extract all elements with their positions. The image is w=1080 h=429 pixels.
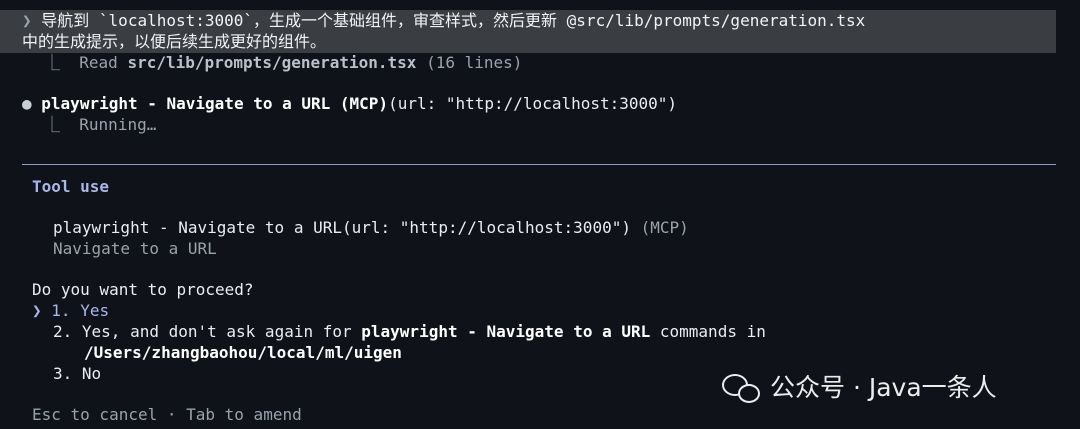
read-file-path: src/lib/prompts/generation.tsx xyxy=(127,53,417,72)
read-meta: (16 lines) xyxy=(426,53,523,72)
read-verb: Read xyxy=(79,53,118,72)
selection-chevron-icon: ❯ xyxy=(32,301,42,320)
option-label-suffix: commands in xyxy=(659,322,766,341)
option-yes-dont-ask-again[interactable]: 2. Yes, and don't ask again for playwrig… xyxy=(53,321,766,342)
option-label: No xyxy=(81,364,102,383)
dialog-call: playwright - Navigate to a URL(url: "htt… xyxy=(53,218,631,237)
dialog-description: Navigate to a URL xyxy=(53,239,217,258)
option-number: 1. xyxy=(51,301,71,320)
tool-status: Running… xyxy=(79,115,157,134)
option-label-prefix: Yes, and don't ask again for xyxy=(81,322,352,341)
tool-call-args: (url: "http://localhost:3000") xyxy=(388,94,678,113)
dialog-call-line: playwright - Navigate to a URL(url: "htt… xyxy=(53,217,689,238)
tool-call-line: ● playwright - Navigate to a URL (MCP)(u… xyxy=(22,93,677,114)
dialog-question: Do you want to proceed? xyxy=(32,280,254,299)
option-label: Yes xyxy=(80,301,110,320)
option-label-bold: playwright - Navigate to a URL xyxy=(361,322,651,341)
dialog-heading: Tool use xyxy=(32,177,110,196)
prompt-text-1: 导航到 `localhost:3000`，生成一个基础组件，审查样式，然后更新 … xyxy=(41,11,866,30)
prompt-line-2: 中的生成提示，以便后续生成更好的组件。 xyxy=(22,32,327,51)
tool-status-line: ⎿ Running… xyxy=(44,114,156,135)
dialog-divider xyxy=(22,164,1056,165)
option-yes[interactable]: ❯ 1. Yes xyxy=(32,300,109,321)
watermark: 公众号 · Java一条人 xyxy=(720,364,997,408)
bullet-icon: ● xyxy=(22,94,32,113)
prompt-line-1: ❯ 导航到 `localhost:3000`，生成一个基础组件，审查样式，然后更… xyxy=(22,10,865,31)
option-number: 2. xyxy=(53,322,73,341)
read-result-line: ⎿ Read src/lib/prompts/generation.tsx (1… xyxy=(44,52,522,73)
tool-call-name: playwright - Navigate to a URL (MCP) xyxy=(41,94,389,113)
branch-icon: ⎿ xyxy=(44,53,61,72)
option-number: 3. xyxy=(53,364,73,383)
branch-icon: ⎿ xyxy=(44,115,61,134)
wechat-icon xyxy=(720,370,760,403)
dialog-call-tag: (MCP) xyxy=(640,218,689,237)
prompt-chevron-icon: ❯ xyxy=(22,11,32,30)
option-path: /Users/zhangbaohou/local/ml/uigen xyxy=(84,343,402,362)
watermark-text: 公众号 · Java一条人 xyxy=(770,373,997,402)
option-no[interactable]: 3. No xyxy=(53,363,101,384)
dialog-footer: Esc to cancel · Tab to amend xyxy=(32,405,302,424)
